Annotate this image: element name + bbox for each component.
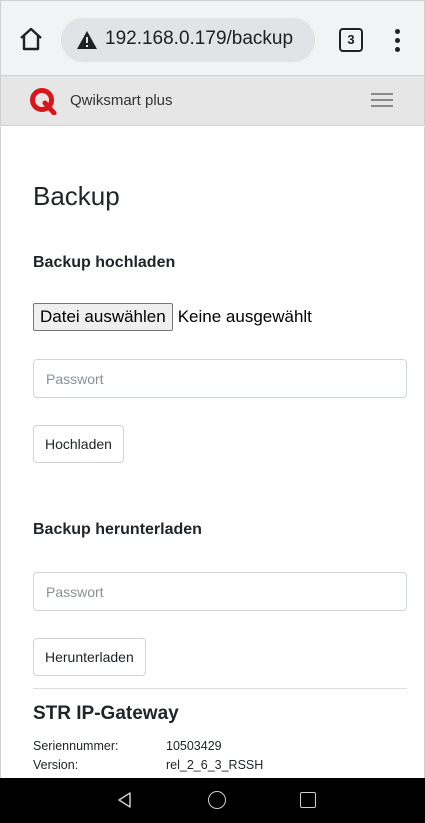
device-title: STR IP-Gateway xyxy=(33,703,179,724)
version-value: rel_2_6_3_RSSH xyxy=(166,758,264,772)
tabs-icon[interactable]: 3 xyxy=(339,28,363,52)
app-navbar: Qwiksmart plus xyxy=(0,76,425,126)
address-bar[interactable]: 192.168.0.179/backup xyxy=(61,18,315,62)
url-text[interactable]: 192.168.0.179/backup xyxy=(105,28,293,50)
upload-heading: Backup hochladen xyxy=(33,254,176,271)
q-logo-icon[interactable] xyxy=(29,87,57,116)
divider xyxy=(33,688,407,689)
page-title: Backup xyxy=(33,181,120,211)
upload-password-field[interactable] xyxy=(33,359,407,398)
download-heading: Backup herunterladen xyxy=(33,521,202,538)
file-status: Keine ausgewählt xyxy=(177,307,312,326)
page-content: Backup Backup hochladen Datei auswählen … xyxy=(0,127,425,778)
hamburger-menu-icon[interactable] xyxy=(371,93,393,109)
brand-name[interactable]: Qwiksmart plus xyxy=(70,92,173,109)
version-label: Version: xyxy=(33,758,79,772)
back-icon[interactable] xyxy=(115,790,135,810)
choose-file-button[interactable]: Datei auswählen xyxy=(33,303,173,331)
system-nav-bar xyxy=(0,778,425,823)
home-circle-icon[interactable] xyxy=(208,791,226,809)
file-picker: Datei auswählen Keine ausgewählt xyxy=(33,303,312,331)
browser-toolbar: 192.168.0.179/backup 3 xyxy=(0,0,425,76)
home-icon[interactable] xyxy=(15,23,47,55)
serial-label: Seriennummer: xyxy=(33,739,119,753)
more-vert-icon[interactable] xyxy=(387,26,407,54)
recents-icon[interactable] xyxy=(300,792,316,808)
download-button[interactable]: Herunterladen xyxy=(33,638,146,676)
warning-icon[interactable] xyxy=(76,30,98,50)
serial-value: 10503429 xyxy=(166,739,222,753)
download-password-field[interactable] xyxy=(33,572,407,611)
upload-button[interactable]: Hochladen xyxy=(33,425,124,463)
